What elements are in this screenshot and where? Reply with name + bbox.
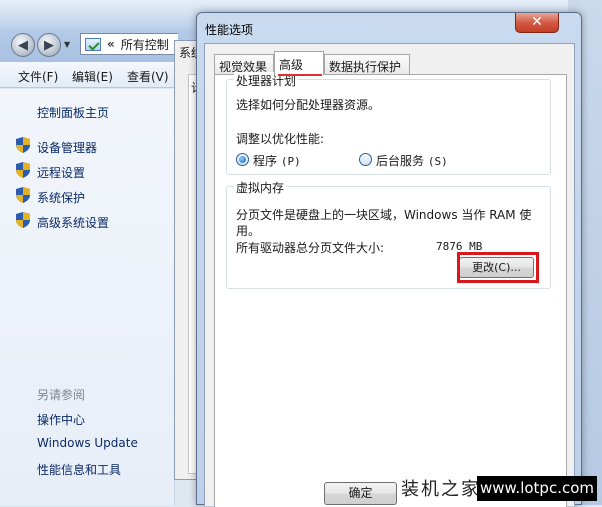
history-dropdown-icon[interactable]: ▼ xyxy=(64,40,70,49)
address-bar[interactable]: « 所有控制 xyxy=(80,33,178,55)
ok-button[interactable]: 确定 xyxy=(324,482,397,505)
background-services-label[interactable]: 后台服务 (S) xyxy=(376,152,448,169)
see-also-action-center[interactable]: 操作中心 xyxy=(37,411,85,428)
sidebar-item-remote-settings[interactable]: 远程设置 xyxy=(37,164,85,181)
control-panel-icon xyxy=(85,37,101,51)
paging-total-label: 所有驱动器总分页文件大小: xyxy=(236,241,385,255)
highlight-annotation xyxy=(457,252,539,283)
see-also-heading: 另请参阅 xyxy=(37,388,86,402)
tab-data-execution-prevention[interactable]: 数据执行保护 xyxy=(324,54,410,74)
menu-edit[interactable]: 编辑(E) xyxy=(72,68,113,85)
address-chevron-icon[interactable]: « xyxy=(107,37,115,51)
background-services-radio[interactable] xyxy=(359,153,372,166)
programs-radio-label[interactable]: 程序 (P) xyxy=(253,152,301,169)
sidebar-home-link[interactable]: 控制面板主页 xyxy=(37,104,109,121)
sidebar-item-device-manager[interactable]: 设备管理器 xyxy=(37,139,97,156)
see-also-performance-tools[interactable]: 性能信息和工具 xyxy=(37,461,121,478)
shield-icon xyxy=(16,137,30,153)
watermark-url: www.lotpc.com xyxy=(477,476,597,501)
watermark-site-name: 装机之家 xyxy=(397,475,485,501)
processor-description: 选择如何分配处理器资源。 xyxy=(236,98,381,112)
shield-icon xyxy=(16,187,30,203)
virtual-memory-legend: 虚拟内存 xyxy=(234,179,287,196)
sidebar-item-advanced-settings[interactable]: 高级系统设置 xyxy=(37,214,109,231)
address-text: 所有控制 xyxy=(120,37,169,52)
shield-icon xyxy=(16,212,30,228)
optimize-label: 调整以优化性能: xyxy=(236,132,325,146)
back-arrow-icon[interactable]: ◀ xyxy=(11,33,35,57)
menu-file[interactable]: 文件(F) xyxy=(18,68,58,85)
shield-icon xyxy=(16,162,30,178)
close-button[interactable]: ✕ xyxy=(515,13,559,33)
programs-radio[interactable] xyxy=(236,153,249,166)
sidebar: 控制面板主页 设备管理器 远程设置 系统保护 高级系统设置 另请参阅 操作中心 … xyxy=(0,89,175,505)
sidebar-item-system-protection[interactable]: 系统保护 xyxy=(37,189,85,206)
tab-visual-effects[interactable]: 视觉效果 xyxy=(214,54,274,74)
tab-advanced[interactable]: 高级 xyxy=(274,51,324,75)
tab-highlight-underline xyxy=(278,74,322,76)
menu-view[interactable]: 查看(V) xyxy=(127,68,169,85)
forward-arrow-icon[interactable]: ▶ xyxy=(37,33,61,57)
close-icon: ✕ xyxy=(531,14,543,30)
virtual-memory-description: 分页文件是硬盘上的一块区域，Windows 当作 RAM 使用。 xyxy=(236,208,532,238)
dialog-title: 性能选项 xyxy=(205,23,254,37)
see-also-windows-update[interactable]: Windows Update xyxy=(37,436,138,450)
